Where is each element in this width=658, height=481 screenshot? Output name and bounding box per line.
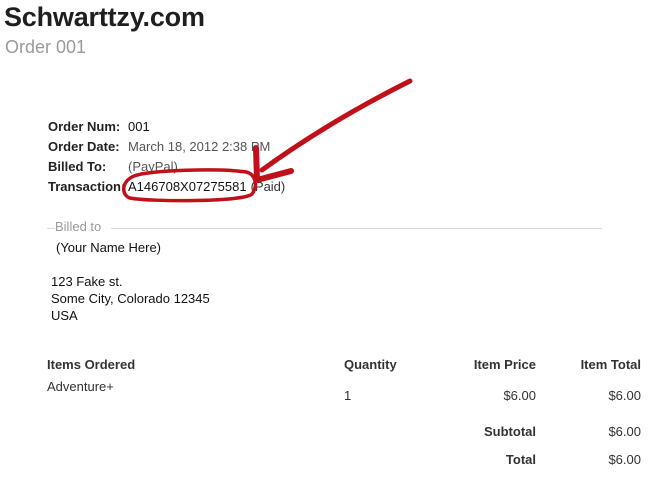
order-num-value: 001 xyxy=(128,119,150,134)
billed-to-row: Billed To: (PayPal) xyxy=(48,157,285,177)
divider xyxy=(47,228,55,229)
transaction-id: A146708X07275581 xyxy=(128,179,247,194)
subtotal-value: $6.00 xyxy=(608,424,641,439)
divider xyxy=(111,228,602,229)
item-quantity: 1 xyxy=(344,388,352,403)
address-line: 123 Fake st. xyxy=(51,274,123,289)
total-label: Total xyxy=(505,452,536,467)
item-price: $6.00 xyxy=(503,388,536,403)
total-value: $6.00 xyxy=(608,452,641,467)
order-date-label: Order Date: xyxy=(48,139,120,154)
billed-to-legend: Billed to xyxy=(55,219,108,234)
order-date-row: Order Date: March 18, 2012 2:38 PM xyxy=(48,137,285,157)
item-total: $6.00 xyxy=(608,388,641,403)
transaction-status: (Paid) xyxy=(250,179,286,194)
subtotal-label: Subtotal xyxy=(484,424,536,439)
order-num-row: Order Num: 001 xyxy=(48,117,285,137)
order-num-label: Order Num: xyxy=(48,119,121,134)
transaction-label: Transaction: xyxy=(48,179,126,194)
site-title: Schwarttzy.com xyxy=(4,2,205,32)
item-price-header: Item Price xyxy=(473,357,536,372)
billed-to-label: Billed To: xyxy=(48,159,107,174)
address-line: Some City, Colorado 12345 xyxy=(51,291,210,306)
address-line: USA xyxy=(51,308,78,323)
item-total-header: Item Total xyxy=(580,357,641,372)
items-ordered-header: Items Ordered xyxy=(47,357,136,372)
billed-to-value: (PayPal) xyxy=(128,159,178,174)
order-info: Order Num: 001 Order Date: March 18, 201… xyxy=(48,117,285,197)
billing-address: 123 Fake st. Some City, Colorado 12345 U… xyxy=(51,273,210,324)
item-name: Adventure+ xyxy=(47,379,114,394)
order-title: Order 001 xyxy=(5,37,87,57)
transaction-row: Transaction: A146708X07275581 (Paid) xyxy=(48,177,285,197)
quantity-header: Quantity xyxy=(344,357,397,372)
billing-name: (Your Name Here) xyxy=(56,240,162,255)
order-date-value: March 18, 2012 2:38 PM xyxy=(128,139,271,154)
